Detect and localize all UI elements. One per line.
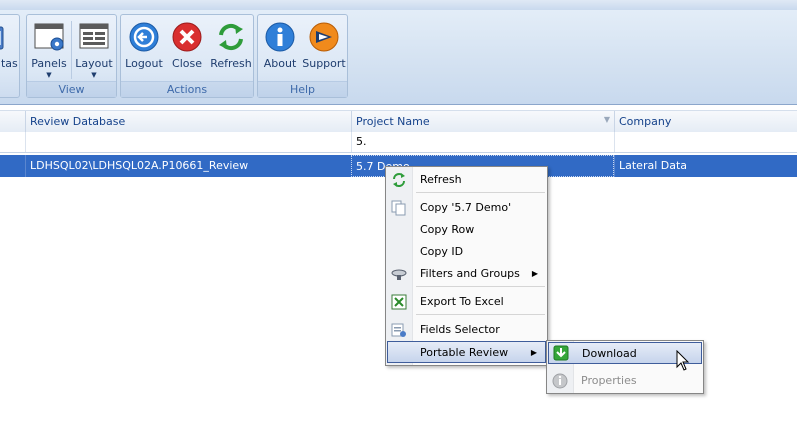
menu-item-label: Refresh (420, 173, 462, 186)
filter-row: 5. (0, 132, 797, 153)
download-icon (553, 345, 569, 361)
layout-button[interactable]: Layout ▼ (73, 17, 115, 79)
panels-button[interactable]: Panels ▼ (29, 17, 69, 79)
close-label: Close (172, 57, 202, 70)
logout-button[interactable]: Logout (123, 17, 165, 79)
context-menu: Refresh Copy '5.7 Demo' Copy Row Copy ID… (385, 166, 548, 366)
menu-item-properties[interactable]: Properties (548, 370, 702, 392)
close-icon (172, 22, 202, 52)
column-header-review-database[interactable]: Review Database (25, 111, 351, 132)
support-label: Support (302, 57, 346, 70)
menu-separator (416, 192, 545, 193)
ribbon-group-help: About Support Help (257, 14, 348, 98)
refresh-icon (219, 23, 243, 51)
cell-review-database[interactable]: LDHSQL02\LDHSQL02A.P10661_Review (25, 155, 351, 177)
filter-icon (391, 269, 407, 280)
menu-item-refresh[interactable]: Refresh (387, 169, 546, 191)
menu-separator (416, 314, 545, 315)
datas-label: atas (0, 57, 18, 70)
column-header-label: Company (619, 115, 672, 128)
mouse-cursor-icon (676, 350, 690, 371)
menu-item-label: Copy ID (420, 245, 464, 258)
filter-cell-project-name[interactable]: 5. (351, 132, 614, 152)
chevron-down-icon: ▼ (91, 71, 97, 79)
cell-company[interactable]: Lateral Data (614, 155, 797, 177)
menu-item-label: Portable Review (420, 346, 509, 359)
layout-label: Layout (75, 57, 113, 70)
menu-item-filters-and-groups[interactable]: Filters and Groups ▶ (387, 263, 546, 285)
refresh-button[interactable]: Refresh (209, 17, 253, 79)
ribbon: atas Panels ▼ Layout (0, 10, 797, 105)
ribbon-group-partial: atas (0, 14, 20, 98)
menu-item-copy-value[interactable]: Copy '5.7 Demo' (387, 197, 546, 219)
copy-icon (391, 200, 406, 216)
about-label: About (263, 57, 297, 70)
column-header-company[interactable]: Company (614, 111, 797, 132)
menu-item-label: Export To Excel (420, 295, 504, 308)
refresh-label: Refresh (210, 57, 252, 70)
logout-label: Logout (125, 57, 163, 70)
menu-item-label: Copy Row (420, 223, 475, 236)
column-header-project-name[interactable]: Project Name ▼ (351, 111, 614, 132)
close-button[interactable]: Close (167, 17, 207, 79)
filter-value: 5. (356, 135, 367, 148)
excel-icon (391, 294, 407, 310)
logout-icon (129, 22, 159, 52)
submenu-arrow-icon: ▶ (531, 269, 538, 278)
menu-item-portable-review[interactable]: Portable Review ▶ (387, 341, 546, 363)
group-label-help: Help (258, 81, 347, 97)
info-icon (265, 22, 295, 52)
group-label-view: View (27, 81, 116, 97)
refresh-icon (393, 173, 405, 187)
about-button[interactable]: About (260, 17, 300, 79)
menu-item-label: Fields Selector (420, 323, 500, 336)
menu-item-label: Download (582, 347, 637, 360)
support-icon (309, 22, 339, 52)
filter-cell-company[interactable] (614, 132, 797, 152)
support-button[interactable]: Support (302, 17, 346, 79)
panels-label: Panels (31, 57, 67, 70)
layout-icon (79, 23, 109, 49)
menu-item-copy-id[interactable]: Copy ID (387, 241, 546, 263)
filter-icon[interactable]: ▼ (604, 109, 610, 130)
submenu-arrow-icon: ▶ (530, 348, 537, 357)
menu-item-fields-selector[interactable]: Fields Selector (387, 319, 546, 341)
menu-item-label: Filters and Groups (420, 267, 520, 280)
column-header-label: Review Database (30, 115, 126, 128)
menu-item-label: Properties (581, 374, 637, 387)
filter-cell-review-database[interactable] (25, 132, 351, 152)
column-header-label: Project Name (356, 115, 430, 128)
ribbon-group-view: Panels ▼ Layout ▼ View (26, 14, 117, 98)
datas-icon (0, 26, 4, 50)
datas-button[interactable]: atas (0, 17, 21, 79)
fields-icon (391, 323, 406, 337)
grid-header: Review Database Project Name ▼ Company (0, 110, 797, 133)
menu-separator (416, 286, 545, 287)
ribbon-group-actions: Logout Close Refresh Actions (120, 14, 254, 98)
chevron-down-icon: ▼ (46, 71, 52, 79)
panels-icon (34, 23, 64, 51)
menu-item-copy-row[interactable]: Copy Row (387, 219, 546, 241)
menu-item-export-to-excel[interactable]: Export To Excel (387, 291, 546, 313)
divider (71, 21, 72, 79)
group-label-actions: Actions (121, 81, 253, 97)
menu-item-label: Copy '5.7 Demo' (420, 201, 512, 214)
info-icon (552, 373, 568, 389)
